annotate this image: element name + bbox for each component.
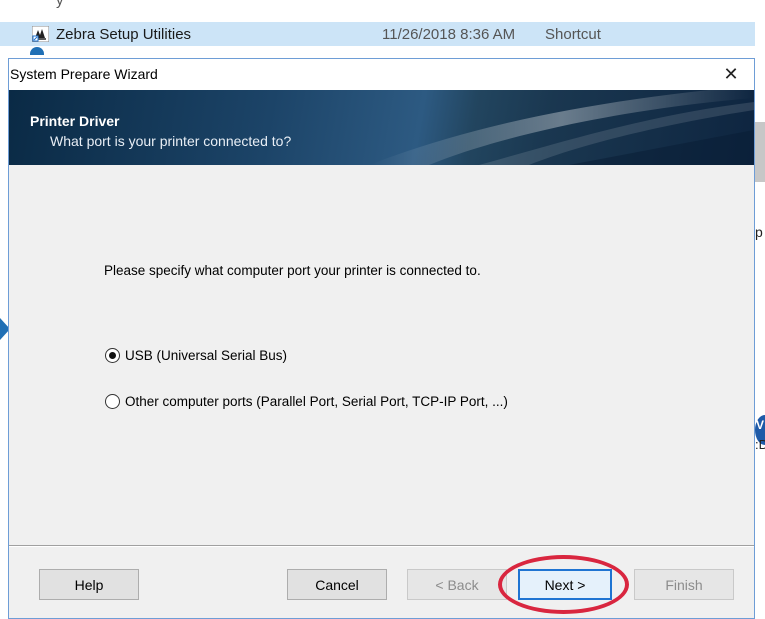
banner-title: Printer Driver	[30, 113, 120, 129]
close-icon[interactable]: ✕	[708, 59, 754, 90]
footer-divider-highlight	[9, 546, 754, 547]
partial-icon	[30, 47, 44, 55]
background-text: p	[755, 224, 763, 240]
title-bar[interactable]: System Prepare Wizard ✕	[9, 59, 754, 90]
file-type: Shortcut	[545, 25, 601, 43]
other-ports-option[interactable]: Other computer ports (Parallel Port, Ser…	[105, 394, 508, 409]
wizard-banner: Printer Driver What port is your printer…	[9, 90, 754, 165]
finish-button[interactable]: Finish	[634, 569, 734, 600]
system-prepare-wizard-dialog: System Prepare Wizard ✕ Printer Driver W…	[8, 58, 755, 619]
port-prompt: Please specify what computer port your p…	[104, 263, 481, 278]
dialog-title: System Prepare Wizard	[10, 66, 158, 82]
file-row-zebra-setup[interactable]: Zebra Setup Utilities 11/26/2018 8:36 AM…	[0, 22, 765, 46]
file-row-partial[interactable]: y	[0, 0, 765, 12]
banner-swoosh-graphic	[369, 90, 754, 165]
background-text: :D	[755, 437, 765, 452]
usb-radio-button[interactable]	[105, 348, 120, 363]
banner-subtitle: What port is your printer connected to?	[50, 133, 292, 149]
file-name: Zebra Setup Utilities	[56, 25, 192, 43]
other-ports-option-label[interactable]: Other computer ports (Parallel Port, Ser…	[125, 394, 508, 409]
background-window-edge: p V :D	[755, 0, 765, 619]
usb-port-option[interactable]: USB (Universal Serial Bus)	[105, 348, 287, 363]
background-text: V	[756, 418, 765, 432]
wizard-content: Please specify what computer port your p…	[9, 165, 754, 545]
usb-option-label[interactable]: USB (Universal Serial Bus)	[125, 348, 287, 363]
zebra-shortcut-icon	[31, 25, 50, 43]
file-name: y	[56, 0, 64, 9]
background-panel	[755, 122, 765, 182]
back-button[interactable]: < Back	[407, 569, 507, 600]
file-date: 11/26/2018 8:36 AM	[382, 25, 516, 43]
next-button[interactable]: Next >	[518, 569, 612, 600]
other-ports-radio-button[interactable]	[105, 394, 120, 409]
cancel-button[interactable]: Cancel	[287, 569, 387, 600]
help-button[interactable]: Help	[39, 569, 139, 600]
